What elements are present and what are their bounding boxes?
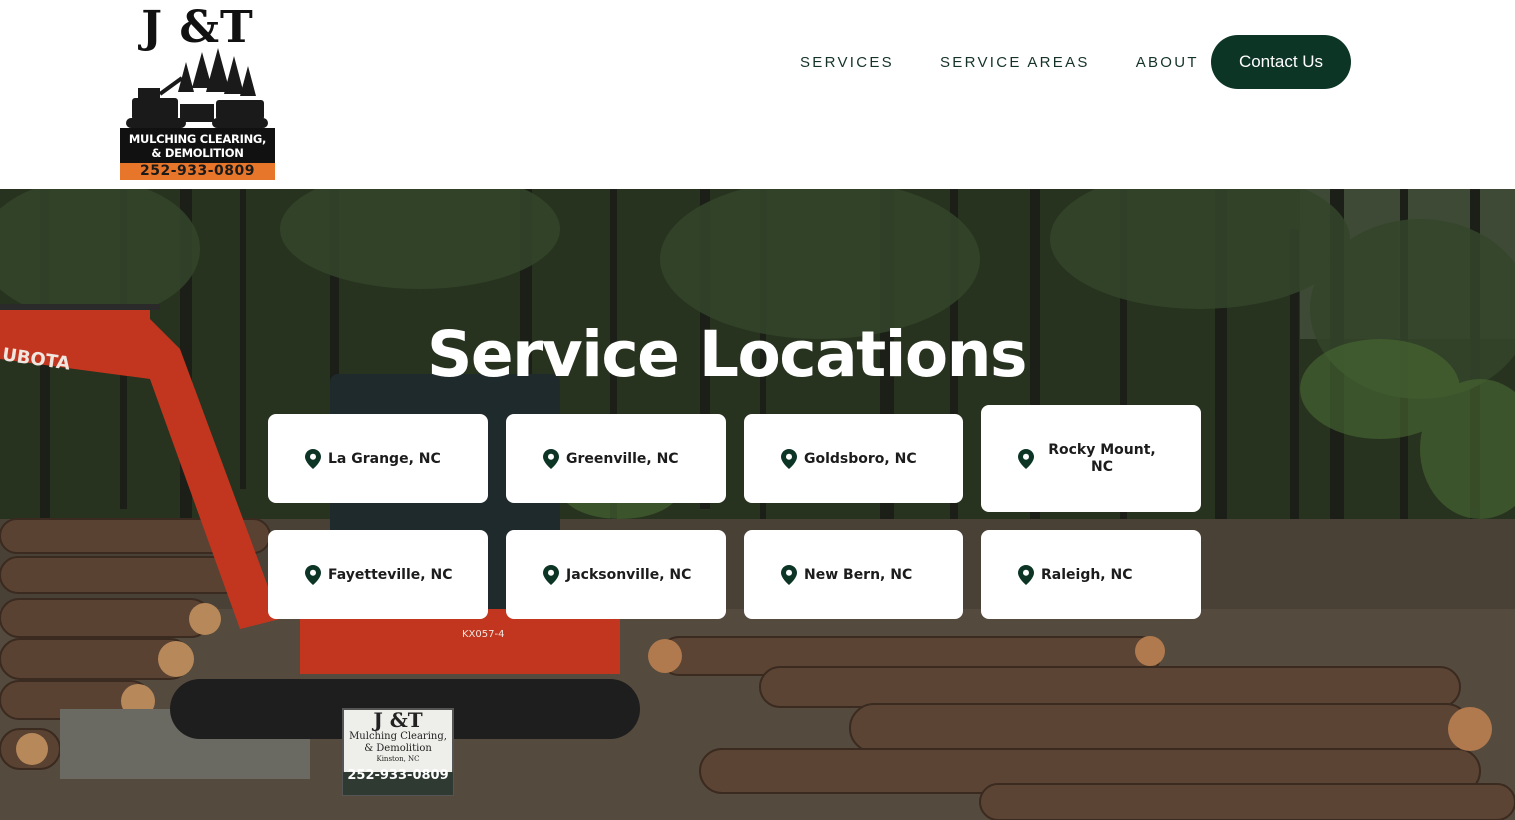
map-pin-icon xyxy=(781,564,797,585)
location-card[interactable]: Raleigh, NC xyxy=(981,530,1201,619)
location-label: Greenville, NC xyxy=(566,450,679,467)
location-label: Jacksonville, NC xyxy=(566,566,692,583)
location-card[interactable]: La Grange, NC xyxy=(268,414,488,503)
logo-forestry-machine-illustration xyxy=(126,48,268,128)
site-logo[interactable]: J &T MULCHING CLEARING, & DEMOLITION 252… xyxy=(120,2,275,180)
location-card[interactable]: Fayetteville, NC xyxy=(268,530,488,619)
location-card[interactable]: Greenville, NC xyxy=(506,414,726,503)
map-pin-icon xyxy=(1018,564,1034,585)
logo-title: J &T xyxy=(141,2,254,53)
page-title: Service Locations xyxy=(427,318,1027,391)
hero-section: J &T Mulching Clearing, & Demolition Kin… xyxy=(0,189,1515,820)
location-label: La Grange, NC xyxy=(328,450,441,467)
logo-tagline: MULCHING CLEARING, & DEMOLITION xyxy=(120,128,275,164)
location-card[interactable]: New Bern, NC xyxy=(744,530,963,619)
excavator-model-decal: KX057-4 xyxy=(462,629,505,640)
sign-phone: 252-933-0809 xyxy=(347,768,449,783)
location-label: Rocky Mount, NC xyxy=(1048,441,1156,475)
main-nav: SERVICES SERVICE AREAS ABOUT Contact Us xyxy=(800,35,1351,89)
yard-sign: J &T Mulching Clearing, & Demolition Kin… xyxy=(343,709,453,795)
map-pin-icon xyxy=(781,448,797,469)
hero-background-photo xyxy=(0,189,1515,820)
location-label: Raleigh, NC xyxy=(1041,566,1133,583)
sign-line: & Demolition xyxy=(364,743,432,754)
nav-link-services[interactable]: SERVICES xyxy=(800,54,894,71)
sign-line: Kinston, NC xyxy=(376,755,420,763)
logo-phone: 252-933-0809 xyxy=(120,163,275,180)
sign-title: J &T xyxy=(373,708,423,732)
contact-us-button[interactable]: Contact Us xyxy=(1211,35,1351,89)
location-label: New Bern, NC xyxy=(804,566,913,583)
nav-link-about[interactable]: ABOUT xyxy=(1136,54,1199,71)
site-header: J &T MULCHING CLEARING, & DEMOLITION 252… xyxy=(0,0,1515,189)
location-card[interactable]: Goldsboro, NC xyxy=(744,414,963,503)
nav-link-service-areas[interactable]: SERVICE AREAS xyxy=(940,54,1090,71)
location-card[interactable]: Jacksonville, NC xyxy=(506,530,726,619)
map-pin-icon xyxy=(305,448,321,469)
location-label: Fayetteville, NC xyxy=(328,566,453,583)
logo-tagline-line2: & DEMOLITION xyxy=(151,146,244,160)
map-pin-icon xyxy=(1018,448,1034,469)
location-label: Goldsboro, NC xyxy=(804,450,917,467)
map-pin-icon xyxy=(543,448,559,469)
sign-line: Mulching Clearing, xyxy=(349,731,447,742)
logo-tagline-line1: MULCHING CLEARING, xyxy=(128,132,267,146)
map-pin-icon xyxy=(305,564,321,585)
location-card[interactable]: Rocky Mount, NC xyxy=(981,405,1201,512)
map-pin-icon xyxy=(543,564,559,585)
